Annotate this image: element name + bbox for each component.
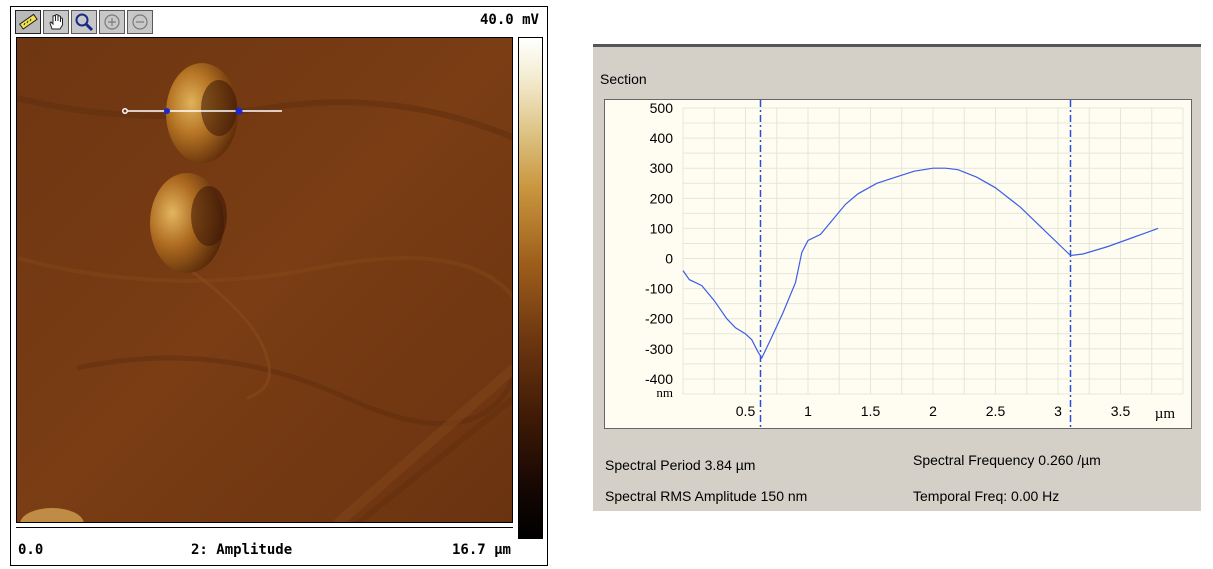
zoom-out-button[interactable] bbox=[127, 10, 153, 34]
section-plot[interactable]: 500 400 300 200 100 0 -100 -200 -300 -400 nm 0.5 1 1.… bbox=[604, 99, 1192, 429]
y-tick-label: 400 bbox=[650, 130, 674, 146]
image-toolbar bbox=[15, 10, 153, 36]
ruler-icon bbox=[19, 13, 38, 30]
x-tick-label: 3 bbox=[1054, 403, 1062, 419]
y-tick-label: 300 bbox=[650, 160, 674, 176]
x-tick-label: 1 bbox=[804, 403, 812, 419]
x-tick-label: 2.5 bbox=[986, 403, 1006, 419]
y-tick-label: 500 bbox=[650, 100, 674, 116]
afm-image-viewer: 40.0 mV 0.0 2: Amplitude 16.7 µm bbox=[10, 6, 548, 566]
x-axis-min-label: 0.0 bbox=[18, 542, 44, 558]
x-tick-label: 0.5 bbox=[736, 403, 756, 419]
ruler-tool-button[interactable] bbox=[15, 10, 41, 34]
temporal-frequency: Temporal Freq: 0.00 Hz bbox=[913, 488, 1060, 504]
x-axis-max-label: 16.7 µm bbox=[451, 542, 511, 558]
x-tick-label: 1.5 bbox=[861, 403, 881, 419]
y-tick-label: 100 bbox=[650, 220, 674, 236]
y-tick-label: -100 bbox=[645, 281, 673, 297]
x-tick-label: 2 bbox=[929, 403, 937, 419]
channel-label: 2: Amplitude bbox=[191, 542, 293, 558]
spectral-period: Spectral Period 3.84 µm bbox=[605, 457, 756, 473]
y-tick-label: -300 bbox=[645, 341, 673, 357]
zoom-in-button[interactable] bbox=[99, 10, 125, 34]
section-title: Section bbox=[600, 71, 647, 87]
zoom-in-icon bbox=[104, 14, 120, 30]
x-tick-label: 3.5 bbox=[1111, 403, 1131, 419]
color-scale-max: 40.0 mV bbox=[479, 12, 539, 28]
section-panel: Section 500 400 300 200 100 0 -100 -200 -300 -400… bbox=[593, 44, 1201, 511]
amplitude-image[interactable] bbox=[16, 37, 513, 523]
y-tick-label: 200 bbox=[650, 190, 674, 206]
spectral-frequency: Spectral Frequency 0.260 /µm bbox=[913, 452, 1101, 468]
section-profile-chart: 5004003002001000-100-200-300-400nm0.5 1 1.… bbox=[645, 100, 1184, 428]
zoom-tool-button[interactable] bbox=[71, 10, 97, 34]
hand-icon bbox=[49, 13, 63, 30]
pan-tool-button[interactable] bbox=[43, 10, 69, 34]
color-scale-bar bbox=[518, 37, 543, 539]
y-axis-unit: nm bbox=[656, 385, 673, 400]
y-tick-label: 0 bbox=[665, 251, 673, 267]
spectral-rms-amplitude: Spectral RMS Amplitude 150 nm bbox=[605, 488, 808, 504]
profile-line bbox=[682, 167, 1159, 360]
y-tick-label: -200 bbox=[645, 311, 673, 327]
magnifier-icon bbox=[75, 13, 94, 32]
zoom-out-icon bbox=[132, 14, 148, 30]
x-axis-unit: µm bbox=[1155, 406, 1176, 422]
image-footer: 0.0 2: Amplitude 16.7 µm bbox=[16, 527, 513, 558]
